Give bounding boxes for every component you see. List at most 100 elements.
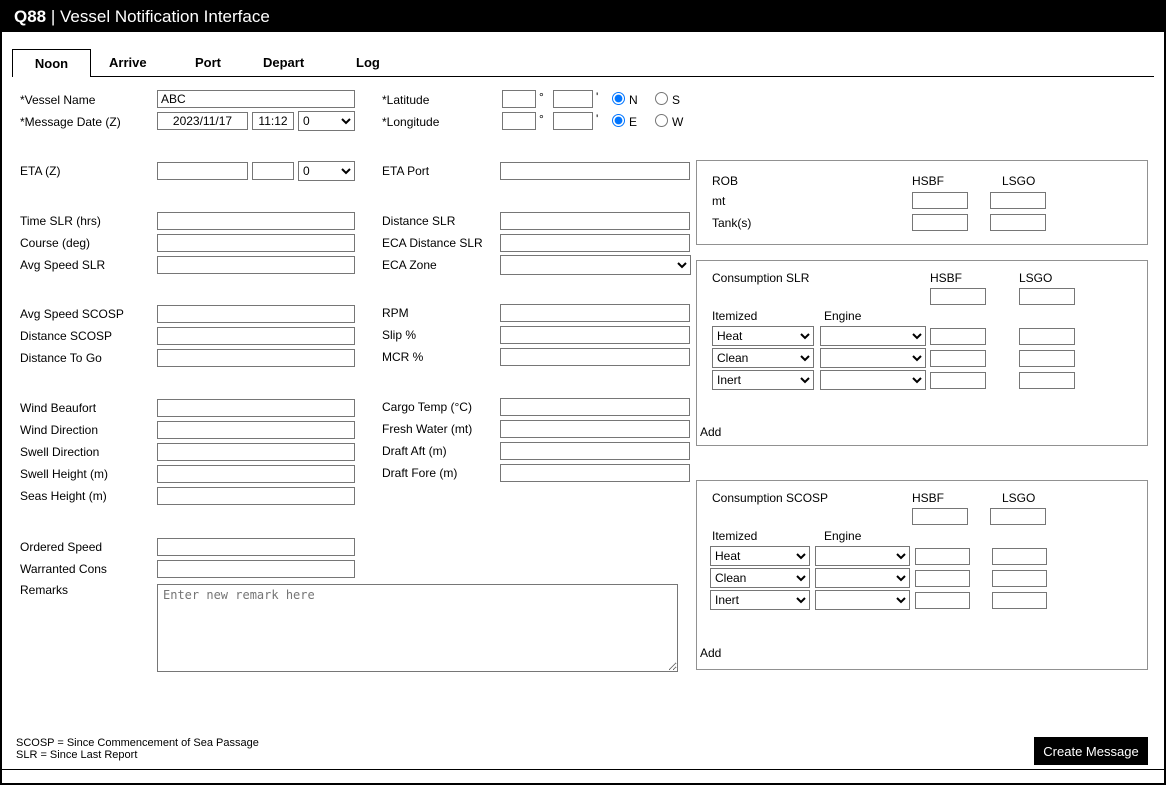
latitude-label: *Latitude bbox=[382, 93, 430, 107]
rob-mt-lsgo-input[interactable] bbox=[990, 192, 1046, 209]
consumption-scosp-lsgo-input-2[interactable] bbox=[992, 570, 1047, 587]
consumption-slr-itemized-select-2[interactable]: Clean bbox=[712, 348, 814, 368]
consumption-scosp-hsbf-total-input[interactable] bbox=[912, 508, 968, 525]
consumption-slr-lsgo-total-input[interactable] bbox=[1019, 288, 1075, 305]
mcr-input[interactable] bbox=[500, 348, 690, 366]
draft-fore-label: Draft Fore (m) bbox=[382, 466, 458, 480]
eta-offset-select[interactable]: 0 bbox=[298, 161, 355, 181]
swell-direction-input[interactable] bbox=[157, 443, 355, 461]
mcr-label: MCR % bbox=[382, 350, 424, 364]
eta-date-input[interactable] bbox=[157, 162, 248, 180]
consumption-slr-engine-select-2[interactable] bbox=[820, 348, 926, 368]
remarks-label: Remarks bbox=[20, 583, 69, 597]
distance-scosp-label: Distance SCOSP bbox=[20, 329, 113, 343]
longitude-east-radio[interactable] bbox=[612, 114, 625, 127]
consumption-slr-engine-select-3[interactable] bbox=[820, 370, 926, 390]
consumption-slr-itemized-header: Itemized bbox=[712, 309, 758, 323]
tab-arrive[interactable]: Arrive bbox=[109, 55, 147, 70]
rob-tanks-hsbf-input[interactable] bbox=[912, 214, 968, 231]
distance-scosp-input[interactable] bbox=[157, 327, 355, 345]
ordered-speed-label: Ordered Speed bbox=[20, 540, 103, 554]
rob-tanks-lsgo-input[interactable] bbox=[990, 214, 1046, 231]
consumption-slr-lsgo-input-3[interactable] bbox=[1019, 372, 1075, 389]
consumption-slr-hsbf-input-1[interactable] bbox=[930, 328, 986, 345]
consumption-scosp-add-link[interactable]: Add bbox=[700, 646, 721, 660]
consumption-slr-lsgo-input-2[interactable] bbox=[1019, 350, 1075, 367]
tab-port[interactable]: Port bbox=[195, 55, 221, 70]
consumption-scosp-engine-select-3[interactable] bbox=[815, 590, 910, 610]
consumption-slr-add-link[interactable]: Add bbox=[700, 425, 721, 439]
swell-direction-label: Swell Direction bbox=[20, 445, 100, 459]
rob-mt-hsbf-input[interactable] bbox=[912, 192, 968, 209]
slip-label: Slip % bbox=[382, 328, 417, 342]
vessel-name-input[interactable] bbox=[157, 90, 355, 108]
distance-to-go-input[interactable] bbox=[157, 349, 355, 367]
longitude-minutes-input[interactable] bbox=[553, 112, 593, 130]
consumption-scosp-hsbf-input-3[interactable] bbox=[915, 592, 970, 609]
warranted-cons-input[interactable] bbox=[157, 560, 355, 578]
consumption-slr-itemized-select-3[interactable]: Inert bbox=[712, 370, 814, 390]
consumption-slr-lsgo-header: LSGO bbox=[1019, 271, 1053, 285]
avg-speed-slr-input[interactable] bbox=[157, 256, 355, 274]
latitude-south-label: S bbox=[672, 93, 681, 107]
eca-distance-slr-input[interactable] bbox=[500, 234, 690, 252]
consumption-scosp-itemized-select-1[interactable]: Heat bbox=[710, 546, 810, 566]
longitude-west-radio[interactable] bbox=[655, 114, 668, 127]
latitude-minutes-input[interactable] bbox=[553, 90, 593, 108]
latitude-south-radio[interactable] bbox=[655, 92, 668, 105]
wind-direction-input[interactable] bbox=[157, 421, 355, 439]
vessel-notification-page: Q88 | Vessel Notification Interface Noon… bbox=[0, 0, 1166, 785]
consumption-scosp-lsgo-input-3[interactable] bbox=[992, 592, 1047, 609]
course-input[interactable] bbox=[157, 234, 355, 252]
tab-depart[interactable]: Depart bbox=[263, 55, 304, 70]
seas-height-input[interactable] bbox=[157, 487, 355, 505]
draft-fore-input[interactable] bbox=[500, 464, 690, 482]
distance-slr-input[interactable] bbox=[500, 212, 690, 230]
create-message-button[interactable]: Create Message bbox=[1034, 737, 1148, 765]
wind-beaufort-input[interactable] bbox=[157, 399, 355, 417]
fresh-water-input[interactable] bbox=[500, 420, 690, 438]
consumption-scosp-itemized-select-2[interactable]: Clean bbox=[710, 568, 810, 588]
tab-log[interactable]: Log bbox=[356, 55, 380, 70]
consumption-slr-hsbf-total-input[interactable] bbox=[930, 288, 986, 305]
message-date-time-input[interactable] bbox=[252, 112, 294, 130]
eta-time-input[interactable] bbox=[252, 162, 294, 180]
avg-speed-scosp-label: Avg Speed SCOSP bbox=[20, 307, 124, 321]
consumption-scosp-engine-select-2[interactable] bbox=[815, 568, 910, 588]
consumption-slr-hsbf-input-2[interactable] bbox=[930, 350, 986, 367]
tab-noon[interactable]: Noon bbox=[12, 49, 91, 77]
longitude-degrees-input[interactable] bbox=[502, 112, 536, 130]
consumption-slr-engine-select-1[interactable] bbox=[820, 326, 926, 346]
consumption-scosp-engine-select-1[interactable] bbox=[815, 546, 910, 566]
consumption-scosp-hsbf-input-1[interactable] bbox=[915, 548, 970, 565]
consumption-scosp-hsbf-input-2[interactable] bbox=[915, 570, 970, 587]
remarks-textarea[interactable] bbox=[157, 584, 678, 672]
seas-height-label: Seas Height (m) bbox=[20, 489, 107, 503]
consumption-scosp-lsgo-input-1[interactable] bbox=[992, 548, 1047, 565]
distance-slr-label: Distance SLR bbox=[382, 214, 456, 228]
message-date-offset-select[interactable]: 0 bbox=[298, 111, 355, 131]
consumption-scosp-lsgo-total-input[interactable] bbox=[990, 508, 1046, 525]
slip-input[interactable] bbox=[500, 326, 690, 344]
consumption-slr-lsgo-input-1[interactable] bbox=[1019, 328, 1075, 345]
avg-speed-scosp-input[interactable] bbox=[157, 305, 355, 323]
consumption-slr-hsbf-input-3[interactable] bbox=[930, 372, 986, 389]
consumption-scosp-itemized-select-3[interactable]: Inert bbox=[710, 590, 810, 610]
swell-height-input[interactable] bbox=[157, 465, 355, 483]
cargo-temp-input[interactable] bbox=[500, 398, 690, 416]
scosp-note: SCOSP = Since Commencement of Sea Passag… bbox=[16, 737, 259, 749]
consumption-slr-itemized-select-1[interactable]: Heat bbox=[712, 326, 814, 346]
rob-hsbf-header: HSBF bbox=[912, 174, 945, 188]
latitude-degrees-input[interactable] bbox=[502, 90, 536, 108]
latitude-north-radio[interactable] bbox=[612, 92, 625, 105]
eta-port-input[interactable] bbox=[500, 162, 690, 180]
eca-zone-select[interactable] bbox=[500, 255, 691, 275]
message-date-date-input[interactable] bbox=[157, 112, 248, 130]
draft-aft-input[interactable] bbox=[500, 442, 690, 460]
longitude-label: *Longitude bbox=[382, 115, 440, 129]
time-slr-input[interactable] bbox=[157, 212, 355, 230]
latitude-minute-mark: ' bbox=[596, 90, 599, 104]
ordered-speed-input[interactable] bbox=[157, 538, 355, 556]
rpm-input[interactable] bbox=[500, 304, 690, 322]
eca-distance-slr-label: ECA Distance SLR bbox=[382, 236, 483, 250]
